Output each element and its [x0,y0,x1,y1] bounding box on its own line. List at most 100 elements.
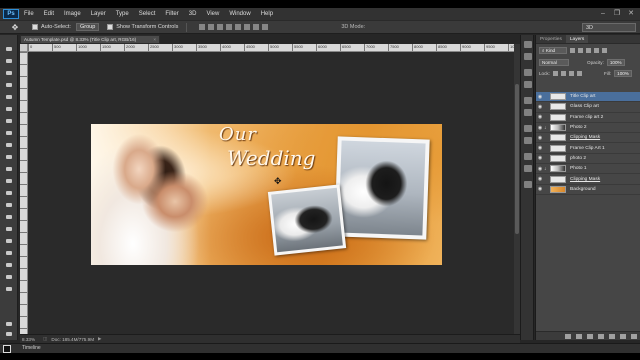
menu-3d[interactable]: 3D [184,8,202,20]
shape-tool-icon[interactable] [4,249,14,257]
align-center-icon[interactable] [235,24,242,30]
quick-mask-icon[interactable] [4,320,14,328]
visibility-eye-icon[interactable]: ◉ [536,135,544,141]
visibility-eye-icon[interactable]: ◉ [536,166,544,172]
layer-thumbnail[interactable] [550,103,566,111]
layer-name[interactable]: Clipping Mask [570,135,600,140]
menu-window[interactable]: Window [224,8,255,20]
opacity-input[interactable]: 100% [606,59,625,66]
document-canvas[interactable]: Our Wedding ✥ [91,124,442,265]
tab-layers[interactable]: Layers [565,35,589,43]
marquee-tool-icon[interactable] [4,57,14,65]
menu-image[interactable]: Image [59,8,86,20]
eraser-tool-icon[interactable] [4,165,14,173]
layer-name[interactable]: Glass Clip art [570,104,599,109]
lock-position-icon[interactable] [568,71,574,76]
filter-shape-icon[interactable] [594,48,599,53]
menu-file[interactable]: File [19,8,39,20]
paths-panel-icon[interactable] [524,165,532,172]
dodge-tool-icon[interactable] [4,201,14,209]
zoom-level[interactable]: 8.33% [22,337,35,342]
restore-icon[interactable]: ❐ [612,9,622,18]
filter-type-icon[interactable] [586,48,591,53]
status-arrow-icon[interactable]: ▶ [98,336,102,342]
visibility-eye-icon[interactable]: ◉ [536,176,544,182]
history-panel-icon[interactable] [524,41,532,48]
tab-properties[interactable]: Properties [536,35,566,43]
document-tab[interactable]: Autumn Template.psd @ 8.33% (Title Clip … [20,35,160,44]
timeline-bar[interactable]: Timeline [0,343,640,353]
tab-close-icon[interactable]: × [153,36,156,43]
layer-thumbnail[interactable] [550,113,566,121]
layer-thumbnail[interactable] [550,124,566,132]
move-tool-icon[interactable]: ✥ [6,22,24,32]
zoom-tool-icon[interactable] [4,285,14,293]
menu-filter[interactable]: Filter [160,8,183,20]
filter-pixel-icon[interactable] [570,48,575,53]
menu-type[interactable]: Type [111,8,134,20]
filter-kind-dropdown[interactable]: ⌕ Kind [539,47,567,54]
actions-panel-icon[interactable] [524,53,532,60]
adjustments-panel-icon[interactable] [524,137,532,144]
visibility-eye-icon[interactable]: ◉ [536,186,544,192]
adjustment-layer-icon[interactable] [598,333,604,339]
layer-thumbnail[interactable] [550,144,566,152]
brush-panel-icon[interactable] [524,97,532,104]
minimize-icon[interactable]: – [598,9,608,18]
eyedropper-tool-icon[interactable] [4,105,14,113]
layer-row[interactable]: ◉ ↓ Photo 1 [536,164,640,175]
swatches-panel-icon[interactable] [524,125,532,132]
layer-thumbnail[interactable] [550,154,566,162]
layer-name[interactable]: photo 2 [570,156,586,161]
clone-stamp-tool-icon[interactable] [4,141,14,149]
horizontal-ruler[interactable]: 0 500 1000 1500 2000 2500 3000 3500 4000 4500 5000… [28,44,514,52]
blur-tool-icon[interactable] [4,189,14,197]
distribute-h-icon[interactable] [262,24,269,30]
brush-tool-icon[interactable] [4,129,14,137]
layer-row[interactable]: ◉ Background [536,185,640,195]
layer-name[interactable]: Photo 1 [570,166,587,171]
layer-style-icon[interactable] [576,333,582,339]
layer-row[interactable]: ◉ Frame clip art 2 [536,113,640,123]
hand-tool-icon[interactable] [4,273,14,281]
lasso-tool-icon[interactable] [4,69,14,77]
align-top-icon[interactable] [199,24,206,30]
visibility-eye-icon[interactable]: ◉ [536,114,544,120]
lock-all-icon[interactable] [576,71,582,76]
crop-tool-icon[interactable] [4,93,14,101]
menu-edit[interactable]: Edit [39,8,59,20]
3d-tool-icon[interactable] [4,261,14,269]
align-left-icon[interactable] [226,24,233,30]
lock-pixels-icon[interactable] [560,71,566,76]
character-panel-icon[interactable] [524,69,532,76]
layer-row[interactable]: ◉ ↓ Photo 2 [536,123,640,134]
type-tool-icon[interactable] [4,225,14,233]
screen-mode-icon[interactable] [4,330,14,338]
blend-mode-dropdown[interactable]: Normal [539,59,569,66]
ruler-origin[interactable] [20,44,28,52]
close-icon[interactable]: ✕ [626,9,636,18]
layer-name[interactable]: Clipping Mask [570,177,600,182]
new-layer-icon[interactable] [620,333,626,339]
menu-view[interactable]: View [201,8,224,20]
vertical-ruler[interactable] [20,52,28,334]
new-group-icon[interactable] [609,333,615,339]
link-layers-icon[interactable] [565,333,571,339]
layer-thumbnail[interactable] [550,93,566,101]
auto-select-checkbox[interactable] [32,24,38,30]
layer-row[interactable]: ◉ Glass Clip art [536,102,640,113]
layer-name[interactable]: Frame clip art 2 [570,115,603,120]
layer-name[interactable]: Title Clip art [570,94,595,99]
layer-thumbnail[interactable] [550,185,566,193]
layer-row[interactable]: ◉ Frame Clip Art 1 [536,143,640,154]
fill-input[interactable]: 100% [614,70,633,77]
distribute-icon[interactable] [253,24,260,30]
channels-panel-icon[interactable] [524,153,532,160]
quick-select-tool-icon[interactable] [4,81,14,89]
layer-name[interactable]: Frame Clip Art 1 [570,146,605,151]
layer-row[interactable]: ◉ photo 2 [536,154,640,165]
history-brush-tool-icon[interactable] [4,153,14,161]
healing-brush-tool-icon[interactable] [4,117,14,125]
add-mask-icon[interactable] [587,333,593,339]
pen-tool-icon[interactable] [4,213,14,221]
